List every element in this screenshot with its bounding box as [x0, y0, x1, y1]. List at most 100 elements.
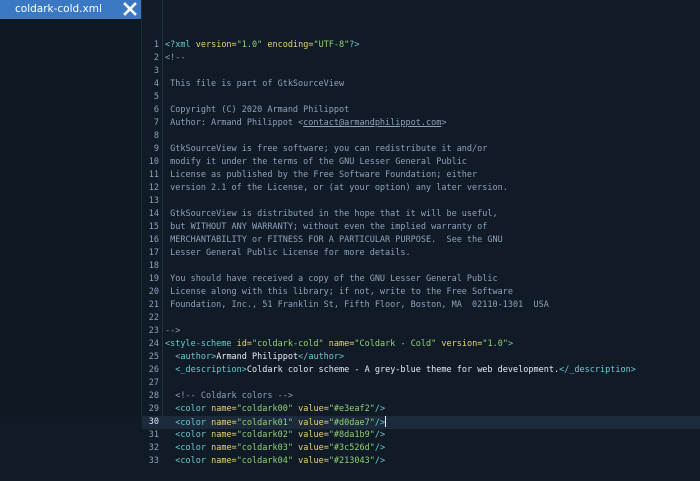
code-token: <? [165, 40, 176, 50]
code-text: Copyright (C) 2020 Armand Philippot [165, 104, 349, 117]
code-line[interactable]: 31 <color name="coldark02" value="#8da1b… [142, 429, 700, 442]
line-number: 16 [148, 235, 159, 245]
line-number: 18 [148, 261, 159, 271]
code-line[interactable]: 27 [142, 377, 700, 390]
code-token: License along with this library; if not,… [165, 287, 513, 297]
code-token: "UTF-8" [313, 40, 350, 50]
code-token: xml [175, 40, 191, 50]
code-line[interactable]: 19 You should have received a copy of th… [142, 273, 700, 286]
code-line[interactable]: 12 version 2.1 of the License, or (at yo… [142, 182, 700, 195]
code-text: <color name="coldark03" value="#3c526d"/… [165, 442, 385, 455]
code-token: /> [374, 443, 386, 453]
code-token: Foundation, Inc., 51 Franklin St, Fifth … [165, 300, 549, 310]
code-text: GtkSourceView is distributed in the hope… [165, 208, 498, 221]
file-tab[interactable]: coldark-cold.xml [0, 0, 141, 19]
code-line[interactable]: 10 modify it under the terms of the GNU … [142, 156, 700, 169]
code-token: </_description> [559, 365, 636, 375]
code-lines: 1 <?xml version="1.0" encoding="UTF-8"?> 2… [142, 39, 700, 468]
code-text: <color name="coldark04" value="#213043"/… [165, 455, 385, 468]
code-line[interactable]: 17 Lesser General Public License for mor… [142, 247, 700, 260]
line-number: 17 [148, 248, 159, 258]
code-token: MERCHANTABILITY or FITNESS FOR A PARTICU… [165, 235, 503, 245]
code-token: <author> [175, 352, 217, 362]
code-line[interactable]: 23 --> [142, 325, 700, 338]
code-token: <_description> [175, 365, 247, 375]
code-token: ?> [349, 40, 360, 50]
code-token: name= [205, 443, 237, 453]
line-number: 5 [153, 92, 159, 102]
line-number: 11 [148, 170, 159, 180]
code-token: version 2.1 of the License, or (at your … [165, 183, 508, 193]
code-token: "#d0dae7" [328, 418, 375, 428]
code-line[interactable]: 8 [142, 130, 700, 143]
code-line[interactable]: 13 [142, 195, 700, 208]
code-token: "coldark04" [236, 456, 293, 466]
code-token: "coldark01" [236, 418, 293, 428]
code-token: /> [374, 404, 386, 414]
code-line[interactable]: 24 <style-scheme id="coldark-cold" name="… [142, 338, 700, 351]
code-token: version= [190, 40, 237, 50]
line-number: 2 [153, 53, 159, 63]
code-token: Copyright (C) 2020 Armand Philippot [165, 105, 350, 115]
code-token: GtkSourceView is free software; you can … [165, 144, 488, 154]
code-line[interactable]: 21 Foundation, Inc., 51 Franklin St, Fif… [142, 299, 700, 312]
code-token: name= [205, 430, 237, 440]
code-line[interactable]: 26 <_description>Coldark color scheme - … [142, 364, 700, 377]
code-token: name= [205, 418, 237, 428]
code-token: value= [292, 443, 329, 453]
code-editor[interactable]: 1 <?xml version="1.0" encoding="UTF-8"?> 2… [142, 0, 700, 466]
close-icon[interactable] [122, 1, 138, 17]
code-line[interactable]: 14 GtkSourceView is distributed in the h… [142, 208, 700, 221]
code-line[interactable]: 4 This file is part of GtkSourceView [142, 78, 700, 91]
line-number: 26 [148, 365, 159, 375]
code-line[interactable]: 6 Copyright (C) 2020 Armand Philippot [142, 104, 700, 117]
code-line[interactable]: 1 <?xml version="1.0" encoding="UTF-8"?> [142, 39, 700, 52]
line-number: 12 [148, 183, 159, 193]
code-line[interactable]: 32 <color name="coldark03" value="#3c526… [142, 442, 700, 455]
line-number: 14 [148, 209, 159, 219]
code-token: contact@armandphilippot.com [303, 118, 442, 128]
code-token: <color [175, 443, 206, 453]
line-number: 20 [148, 287, 159, 297]
code-token: name= [205, 456, 237, 466]
code-line[interactable]: 15 but WITHOUT ANY WARRANTY; without eve… [142, 221, 700, 234]
code-token: "coldark-cold" [252, 339, 324, 349]
line-number: 8 [153, 131, 159, 141]
code-line[interactable]: 22 [142, 312, 700, 325]
code-token: <style-scheme [165, 339, 232, 349]
code-line[interactable]: 25 <author>Armand Philippot</author> [142, 351, 700, 364]
code-token: </author> [298, 352, 345, 362]
code-line[interactable]: 11 License as published by the Free Soft… [142, 169, 700, 182]
code-line[interactable]: 16 MERCHANTABILITY or FITNESS FOR A PART… [142, 234, 700, 247]
code-text: Foundation, Inc., 51 Franklin St, Fifth … [165, 299, 549, 312]
code-line[interactable]: 28 <!-- Coldark colors --> [142, 390, 700, 403]
code-line[interactable]: 33 <color name="coldark04" value="#21304… [142, 455, 700, 468]
code-line[interactable]: 3 [142, 65, 700, 78]
code-line[interactable]: 5 [142, 91, 700, 104]
code-token: value= [292, 404, 329, 414]
code-text: MERCHANTABILITY or FITNESS FOR A PARTICU… [165, 234, 503, 247]
code-line[interactable]: 20 License along with this library; if n… [142, 286, 700, 299]
line-number: 22 [148, 313, 159, 323]
code-token: This file is part of GtkSourceView [165, 79, 345, 89]
code-line[interactable]: 30 <color name="coldark01" value="#d0dae… [142, 416, 700, 429]
code-text: modify it under the terms of the GNU Les… [165, 156, 467, 169]
line-number: 9 [153, 144, 159, 154]
code-token: /> [374, 456, 386, 466]
code-token: "1.0" [236, 40, 263, 50]
code-line[interactable]: 18 [142, 260, 700, 273]
code-line[interactable]: 7 Author: Armand Philippot <contact@arma… [142, 117, 700, 130]
code-token: version= [436, 339, 483, 349]
line-number: 25 [148, 352, 159, 362]
code-text: version 2.1 of the License, or (at your … [165, 182, 508, 195]
code-line[interactable]: 9 GtkSourceView is free software; you ca… [142, 143, 700, 156]
code-line[interactable]: 2 <!-- [142, 52, 700, 65]
code-token: modify it under the terms of the GNU Les… [165, 157, 467, 167]
code-line[interactable]: 29 <color name="coldark00" value="#e3eaf… [142, 403, 700, 416]
code-text: <?xml version="1.0" encoding="UTF-8"?> [165, 39, 360, 52]
